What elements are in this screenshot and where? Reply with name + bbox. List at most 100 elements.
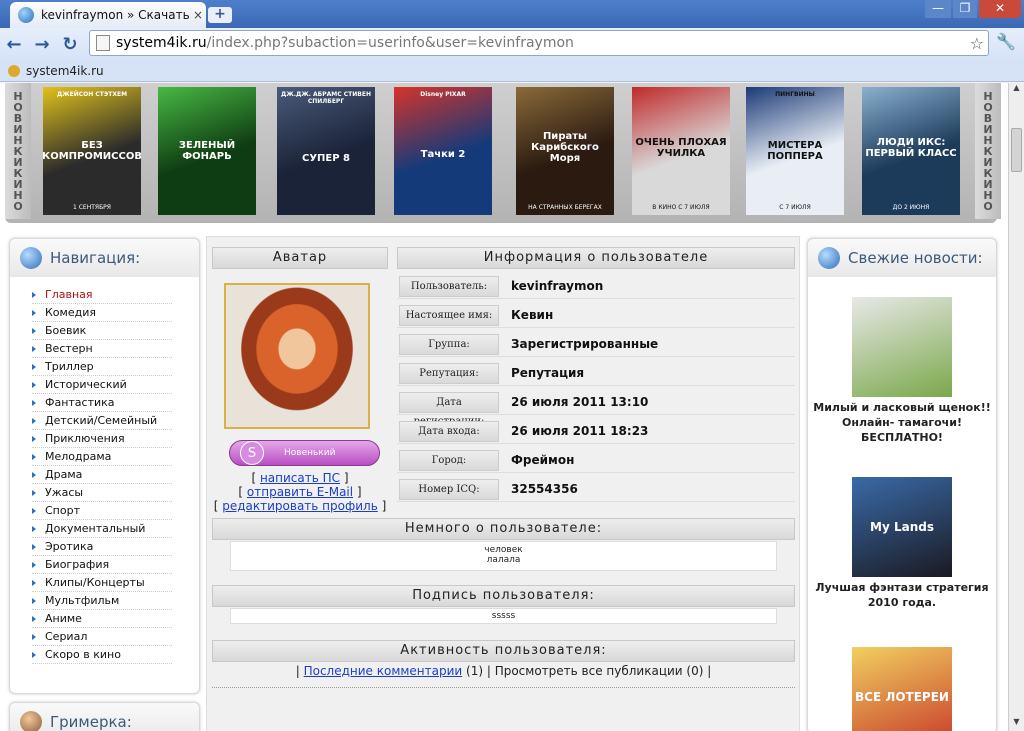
news-item[interactable]: ВСЕ ЛОТЕРЕИ — [808, 647, 996, 731]
nav-item[interactable]: Аниме — [32, 610, 172, 628]
scroll-up-icon[interactable]: ▲ — [1009, 83, 1024, 97]
news-box: Свежие новости: Милый и ласковый щенок!!… — [807, 238, 997, 731]
maximize-button[interactable]: ❐ — [953, 0, 977, 18]
bookmarks-bar: system4ik.ru — [0, 60, 1024, 82]
close-window-button[interactable]: ✕ — [979, 0, 1021, 18]
nav-item[interactable]: Вестерн — [32, 340, 172, 358]
url-path: /index.php?subaction=userinfo&user=kevin… — [206, 35, 574, 51]
send-email-link[interactable]: отправить E-Mail — [247, 485, 353, 499]
vertical-letter: К — [13, 144, 23, 158]
bookmark-item[interactable]: system4ik.ru — [26, 64, 104, 78]
nav-item[interactable]: Сериал — [32, 628, 172, 646]
news-image[interactable] — [852, 297, 952, 397]
nav-item[interactable]: Комедия — [32, 304, 172, 322]
movie-poster[interactable]: ЛЮДИ ИКС: ПЕРВЫЙ КЛАСС ДО 2 ИЮНЯ — [862, 87, 960, 215]
news-item[interactable]: Милый и ласковый щенок!! Онлайн- тамагоч… — [808, 297, 996, 445]
globe-icon — [20, 247, 42, 269]
nav-item[interactable]: Исторический — [32, 376, 172, 394]
last-comments-link[interactable]: Последние комментарии — [304, 664, 463, 678]
movie-poster[interactable]: ДЖЕЙСОН СТЭТХЕМ БЕЗ КОМПРОМИССОВ 1 СЕНТЯБР… — [43, 87, 141, 215]
vertical-letter: И — [983, 155, 993, 169]
news-image[interactable]: ВСЕ ЛОТЕРЕИ — [852, 647, 952, 731]
tab-title: kevinfraymon » Скачать фи — [41, 8, 189, 22]
info-row: Город: Фреймон — [397, 449, 795, 473]
info-row: Настоящее имя: Кевин — [397, 304, 795, 328]
about-line: человек — [484, 545, 523, 555]
rank-label: Новенький — [284, 448, 336, 458]
info-value: Фреймон — [511, 453, 575, 467]
movie-poster[interactable]: Пираты Карибского Моря НА СТРАННЫХ БЕРЕГА… — [516, 87, 614, 215]
movie-poster[interactable]: ЗЕЛЕНЫЙ ФОНАРЬ — [158, 87, 256, 215]
about-text: человек лалала — [230, 541, 777, 571]
about-heading: Немного о пользователе: — [212, 518, 795, 540]
vertical-letter: О — [983, 199, 993, 213]
edit-profile-row: [ редактировать профиль ] — [213, 499, 387, 513]
nav-item[interactable]: Спорт — [32, 502, 172, 520]
nav-item[interactable]: Боевик — [32, 322, 172, 340]
poster-title: ЛЮДИ ИКС: ПЕРВЫЙ КЛАСС — [865, 136, 957, 159]
navigation-box: Навигация: Главная Комедия Боевик Вестерн Тр… — [9, 238, 200, 694]
wrench-icon[interactable]: 🔧 — [996, 32, 1016, 51]
info-value: 32554356 — [511, 482, 578, 496]
bookmark-favicon-icon — [8, 64, 20, 77]
user-info-heading: Информация о пользователе — [397, 247, 795, 269]
all-publications-link[interactable]: Просмотреть все публикации (0) | — [495, 664, 712, 678]
scroll-thumb[interactable] — [1011, 128, 1022, 172]
send-pm-link[interactable]: написать ПС — [260, 471, 340, 485]
movie-poster[interactable]: ОЧЕНЬ ПЛОХАЯ УЧИЛКА В КИНО С 7 ИЮЛЯ — [632, 87, 730, 215]
news-caption[interactable]: Милый и ласковый щенок!! Онлайн- тамагоч… — [808, 400, 996, 445]
reload-icon[interactable]: ↻ — [56, 34, 84, 55]
poster-top: ПИНГВИНЫ — [775, 91, 815, 98]
avatar-heading: Аватар — [212, 247, 388, 269]
info-value: 26 июля 2011 13:10 — [511, 395, 649, 409]
news-item[interactable]: My Lands Лучшая фэнтази стратегия 2010 го… — [808, 477, 996, 610]
poster-bottom: 1 СЕНТЯБРЯ — [73, 204, 111, 211]
nav-item[interactable]: Эротика — [32, 538, 172, 556]
browser-tab[interactable]: kevinfraymon » Скачать фи × — [10, 2, 206, 28]
nav-item[interactable]: Мультфильм — [32, 592, 172, 610]
poster-top: ДЖ.ДЖ. АБРАМС СТИВЕН СПИЛБЕРГ — [281, 91, 371, 105]
movie-poster[interactable]: Disney PIXAR Тачки 2 — [394, 87, 492, 215]
nav-item[interactable]: Фантастика — [32, 394, 172, 412]
poster-bottom: В КИНО С 7 ИЮЛЯ — [652, 204, 710, 211]
nav-item[interactable]: Скоро в кино — [32, 646, 172, 664]
info-label: Дата регистрации: — [399, 392, 499, 427]
scroll-down-icon[interactable]: ▼ — [1009, 717, 1024, 731]
new-tab-button[interactable]: + — [208, 7, 232, 23]
minimize-button[interactable]: — — [925, 0, 951, 18]
nav-item[interactable]: Приключения — [32, 430, 172, 448]
info-row: Дата регистрации: 26 июля 2011 13:10 — [397, 391, 795, 427]
forward-icon[interactable]: → — [28, 34, 56, 55]
news-image[interactable]: My Lands — [852, 477, 952, 577]
nav-item[interactable]: Биография — [32, 556, 172, 574]
nav-item[interactable]: Триллер — [32, 358, 172, 376]
poster-title: БЕЗ КОМПРОМИССОВ — [43, 140, 141, 162]
nav-item[interactable]: Детский/Семейный — [32, 412, 172, 430]
about-line: лалала — [486, 555, 521, 565]
tab-close-icon[interactable]: × — [193, 8, 203, 22]
nav-item[interactable]: Мелодрама — [32, 448, 172, 466]
movie-poster[interactable]: ПИНГВИНЫ МИСТЕРА ПОППЕРА С 7 ИЮЛЯ — [746, 87, 844, 215]
vertical-letter: К — [983, 166, 993, 180]
nav-item[interactable]: Ужасы — [32, 484, 172, 502]
info-label: Репутация: — [399, 363, 499, 384]
news-caption[interactable]: Лучшая фэнтази стратегия 2010 года. — [808, 580, 996, 610]
edit-profile-link[interactable]: редактировать профиль — [222, 499, 378, 513]
poster-top: ДЖЕЙСОН СТЭТХЕМ — [56, 91, 128, 98]
nav-item[interactable]: Главная — [32, 286, 172, 304]
grimerka-title: Гримерка: — [50, 713, 132, 731]
info-label: Дата входа: — [399, 421, 499, 442]
vertical-scrollbar[interactable]: ▲ ▼ — [1008, 83, 1024, 731]
nav-item[interactable]: Драма — [32, 466, 172, 484]
address-bar[interactable]: system4ik.ru/index.php?subaction=userinf… — [89, 30, 989, 56]
movie-poster[interactable]: ДЖ.ДЖ. АБРАМС СТИВЕН СПИЛБЕРГ СУПЕР 8 — [277, 87, 375, 215]
navigation-title: Навигация: — [50, 249, 141, 267]
window-titlebar: kevinfraymon » Скачать фи × + — ❐ ✕ — [0, 0, 1024, 28]
star-icon[interactable]: ☆ — [970, 34, 984, 53]
poster-top: Disney PIXAR — [420, 91, 466, 98]
nav-item[interactable]: Документальный — [32, 520, 172, 538]
vertical-letter: К — [983, 144, 993, 158]
back-icon[interactable]: ← — [0, 34, 28, 55]
nav-item[interactable]: Клипы/Концерты — [32, 574, 172, 592]
poster-bottom: ДО 2 ИЮНЯ — [892, 204, 930, 211]
